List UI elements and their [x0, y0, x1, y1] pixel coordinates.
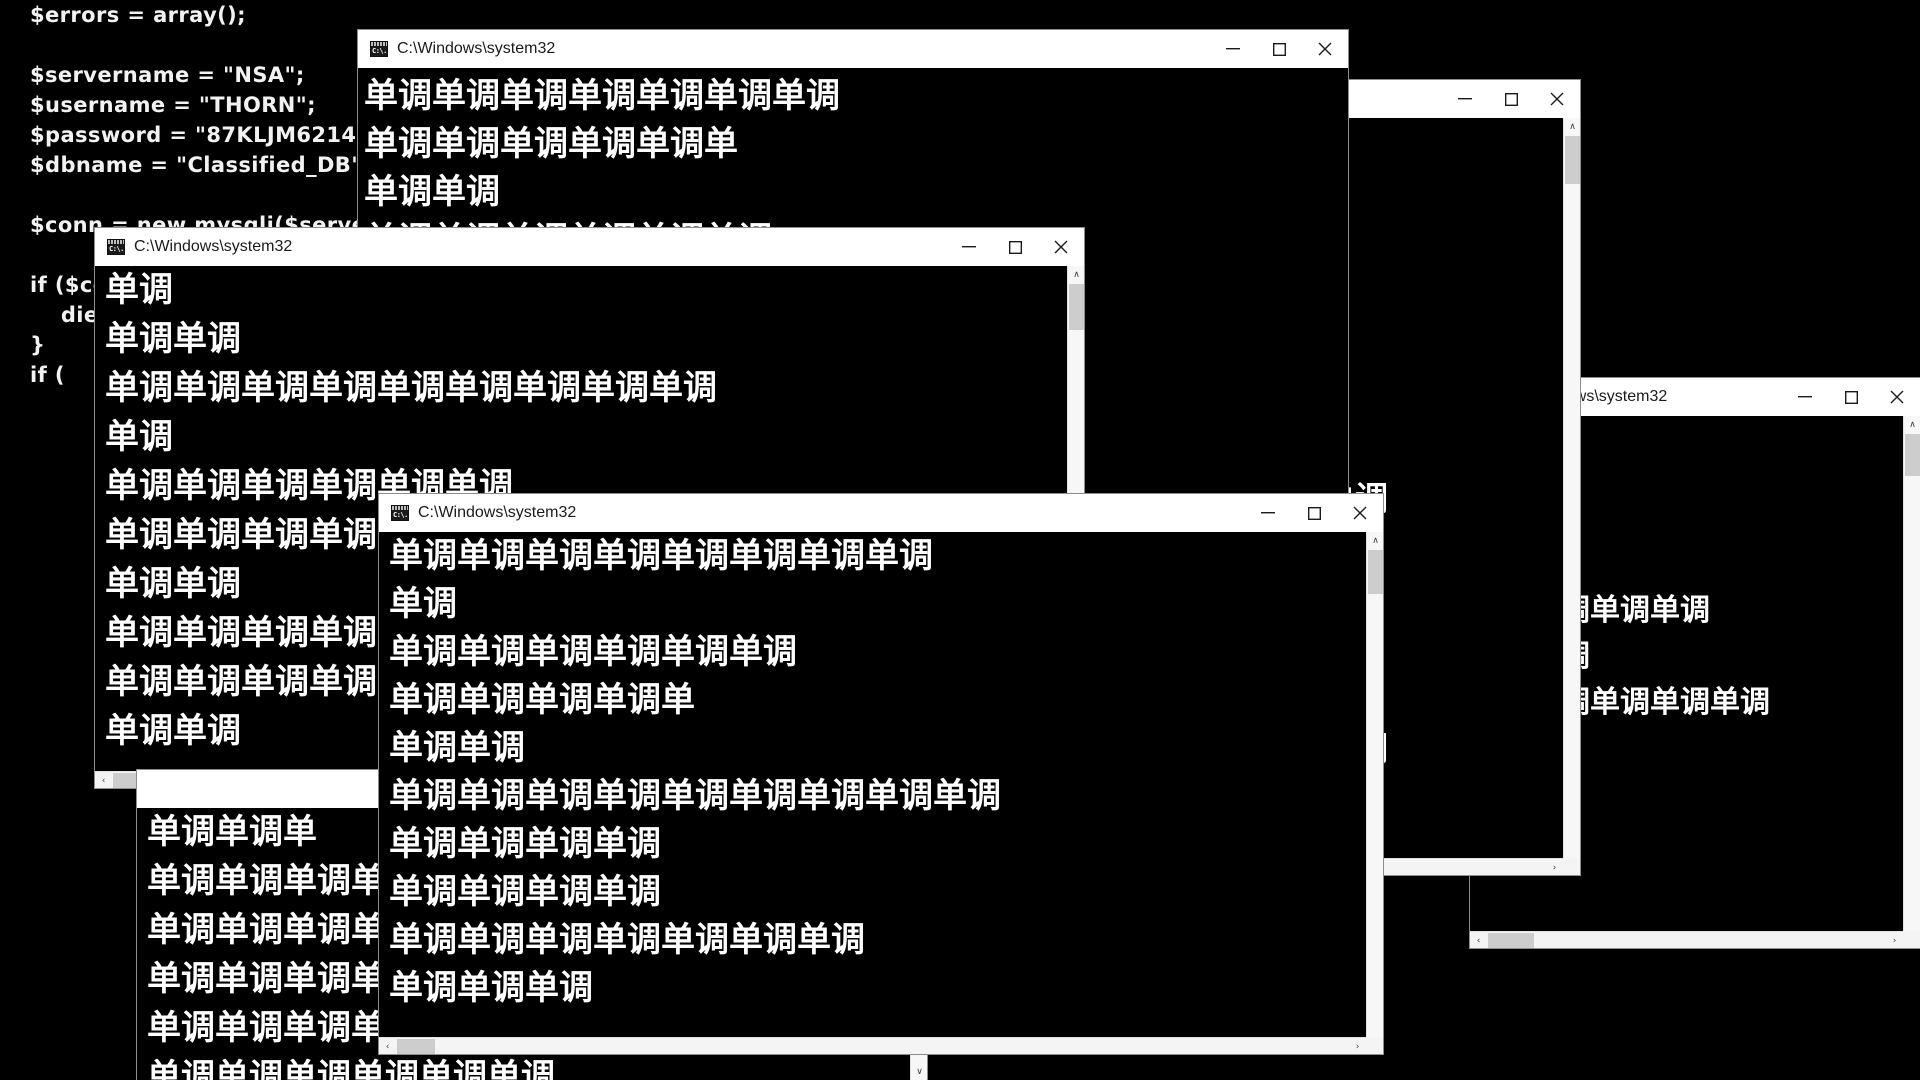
scroll-up-icon[interactable]: ∧ — [1904, 416, 1920, 433]
vertical-scrollbar-4[interactable]: ∧ ∨ — [1366, 532, 1383, 1054]
console-line: 单调单调单调单调 — [389, 824, 661, 864]
horizontal-scrollbar-5[interactable]: ‹ › — [1470, 931, 1903, 948]
console-line: 单调单调单调单调单调单调单调单调单调 — [389, 776, 1001, 816]
cmd-console-icon — [391, 505, 409, 521]
maximize-button[interactable] — [1256, 30, 1302, 68]
scroll-left-icon[interactable]: ‹ — [1470, 932, 1487, 948]
window-title: C:\Windows\system32 — [418, 504, 577, 521]
close-button[interactable] — [1874, 378, 1920, 416]
console-line: 单调 — [389, 584, 457, 624]
window-controls[interactable] — [1210, 30, 1348, 68]
scrollbar-thumb[interactable] — [397, 1039, 435, 1054]
console-line: 单调单调单调单调单调单 — [364, 124, 738, 164]
close-button[interactable] — [1302, 30, 1348, 68]
titlebar-1[interactable]: C:\Windows\system32 — [358, 30, 1348, 69]
scrollbar-thumb[interactable] — [1905, 434, 1920, 476]
scrollbar-thumb[interactable] — [1488, 933, 1534, 948]
console-line: 单调单调单调单调单调单调 — [147, 1057, 555, 1080]
console-line: 单调单调单调单调单调单调单调 — [389, 920, 865, 960]
scrollbar-corner — [1903, 931, 1920, 948]
scrollbar-corner — [1366, 1037, 1383, 1054]
code-line: $errors = array(); — [30, 3, 246, 27]
scroll-right-icon[interactable]: › — [1349, 1038, 1366, 1054]
scrollbar-thumb[interactable] — [1368, 550, 1383, 594]
minimize-button[interactable] — [1782, 378, 1828, 416]
console-line: 单调单调 — [364, 172, 500, 212]
window-title: C:\Windows\system32 — [134, 238, 293, 255]
scrollbar-thumb[interactable] — [1069, 284, 1084, 330]
scroll-right-icon[interactable]: › — [1546, 859, 1563, 875]
console-line: 单调单调 — [105, 319, 241, 359]
minimize-button[interactable] — [1245, 494, 1291, 532]
horizontal-scrollbar-4[interactable]: ‹ › — [379, 1037, 1366, 1054]
scroll-down-icon[interactable]: ∨ — [911, 1063, 927, 1080]
minimize-button[interactable] — [1442, 80, 1488, 118]
close-button[interactable] — [1038, 228, 1084, 266]
window-title: C:\Windows\system32 — [397, 40, 556, 57]
console-line: 单调 — [105, 417, 173, 457]
scroll-up-icon[interactable]: ∧ — [1068, 266, 1084, 283]
scrollbar-corner — [1563, 858, 1580, 875]
window-controls[interactable] — [1442, 80, 1580, 118]
cmd-console-icon — [107, 239, 125, 255]
vertical-scrollbar-2[interactable]: ∧ ∨ — [1563, 118, 1580, 875]
cmd-console-icon — [370, 41, 388, 57]
titlebar-4[interactable]: C:\Windows\system32 — [379, 494, 1383, 533]
console-line: 单调单调单调单调单调单调单调单调单调 — [105, 368, 717, 408]
close-button[interactable] — [1337, 494, 1383, 532]
console-line: 单调单调单调单调单 — [389, 680, 695, 720]
console-line: 单调单调单调单调单调单调单调 — [364, 76, 840, 116]
window-controls[interactable] — [1245, 494, 1383, 532]
cmd-window-4[interactable]: C:\Windows\system32 单调单调单调单调单调单调单调单调单调单调… — [379, 494, 1383, 1054]
scroll-left-icon[interactable]: ‹ — [95, 772, 112, 788]
vertical-scrollbar-5[interactable]: ∧ ∨ — [1903, 416, 1920, 948]
maximize-button[interactable] — [1828, 378, 1874, 416]
window-controls[interactable] — [1782, 378, 1920, 416]
scroll-up-icon[interactable]: ∧ — [1564, 118, 1580, 135]
console-line: 单调单调单调单调单调单调 — [389, 632, 797, 672]
maximize-button[interactable] — [1488, 80, 1534, 118]
console-line: 单调 — [105, 270, 173, 310]
close-button[interactable] — [1534, 80, 1580, 118]
maximize-button[interactable] — [1291, 494, 1337, 532]
console-output-4: 单调单调单调单调单调单调单调单调 单调 单调单调单调单调单调单调 单调单调单调单调单单… — [379, 532, 1383, 1054]
window-controls[interactable] — [946, 228, 1084, 266]
scroll-up-icon[interactable]: ∧ — [1367, 532, 1383, 549]
console-line: 单调单调单调 — [389, 968, 593, 1008]
minimize-button[interactable] — [946, 228, 992, 266]
console-body-4: 单调单调单调单调单调单调单调单调 单调 单调单调单调单调单调单调 单调单调单调单调单单… — [379, 532, 1383, 1054]
scrollbar-thumb[interactable] — [1565, 136, 1580, 184]
minimize-button[interactable] — [1210, 30, 1256, 68]
console-line: 单调单调单调单调单调单调单调单调 — [389, 536, 933, 576]
maximize-button[interactable] — [992, 228, 1038, 266]
titlebar-3[interactable]: C:\Windows\system32 — [95, 228, 1084, 267]
console-line: 单调单调单调单调 — [389, 872, 661, 912]
scroll-right-icon[interactable]: › — [1886, 932, 1903, 948]
scroll-left-icon[interactable]: ‹ — [379, 1038, 396, 1054]
console-line: 单调单调 — [389, 728, 525, 768]
